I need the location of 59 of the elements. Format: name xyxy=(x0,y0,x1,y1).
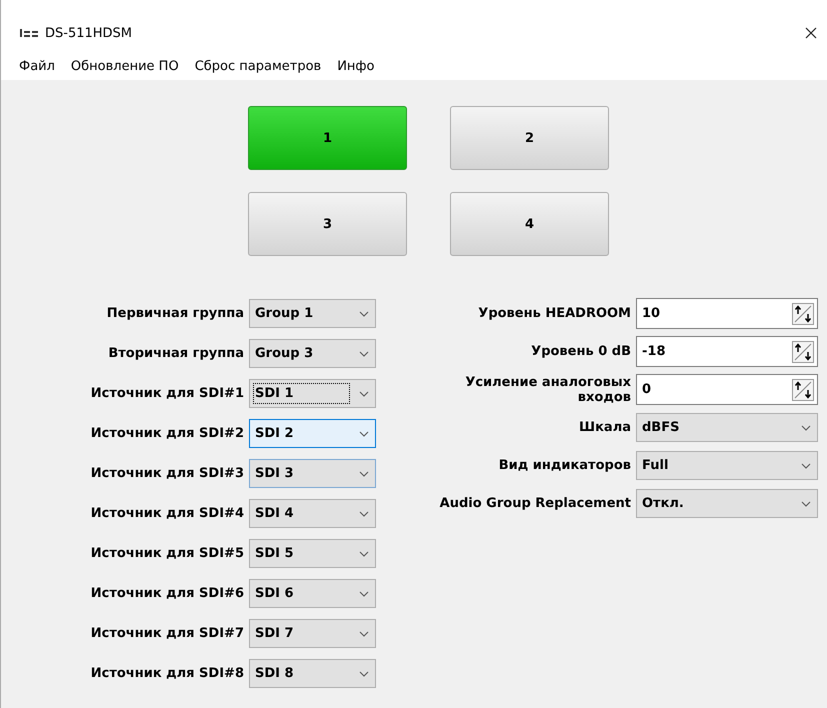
spin-field[interactable]: 10 xyxy=(636,298,818,329)
dropdown[interactable]: Full xyxy=(636,451,818,480)
dropdown[interactable]: Group 1 xyxy=(249,299,376,328)
field-label: Первичная группа xyxy=(106,306,244,321)
spin-field[interactable]: 0 xyxy=(636,374,818,405)
chevron-down-icon xyxy=(359,550,369,556)
spin-arrows-icon[interactable] xyxy=(792,378,814,400)
field-label: Источник для SDI#7 xyxy=(90,626,244,641)
channel-button[interactable]: 3 xyxy=(248,192,407,256)
dropdown[interactable]: SDI 7 xyxy=(249,619,376,648)
chevron-down-icon xyxy=(359,350,369,356)
dropdown[interactable]: SDI 5 xyxy=(249,539,376,568)
dropdown[interactable]: Group 3 xyxy=(249,339,376,368)
field-label: Вторичная группа xyxy=(108,346,244,361)
field-label: Источник для SDI#3 xyxy=(90,466,244,481)
field-label: Вид индикаторов xyxy=(498,458,631,473)
field-label: Источник для SDI#5 xyxy=(90,546,244,561)
field-label: Источник для SDI#8 xyxy=(90,666,244,681)
close-icon[interactable] xyxy=(805,27,817,39)
dropdown[interactable]: Откл. xyxy=(636,489,818,518)
chevron-down-icon xyxy=(359,310,369,316)
dropdown[interactable]: SDI 4 xyxy=(249,499,376,528)
field-label: Audio Group Replacement xyxy=(440,496,631,511)
chevron-down-icon xyxy=(359,390,369,396)
app-logo-icon xyxy=(19,28,39,38)
dropdown[interactable]: dBFS xyxy=(636,413,818,442)
channel-button[interactable]: 4 xyxy=(450,192,609,256)
dropdown[interactable]: SDI 1 xyxy=(249,379,376,408)
field-label: Источник для SDI#4 xyxy=(90,506,244,521)
menu-item[interactable]: Файл xyxy=(11,56,63,76)
field-label: Уровень HEADROOM xyxy=(478,306,631,321)
menu-item[interactable]: Сброс параметров xyxy=(186,56,330,76)
window-title: DS-511HDSM xyxy=(45,26,132,40)
chevron-down-icon xyxy=(359,510,369,516)
channel-button[interactable]: 2 xyxy=(450,106,609,170)
dropdown[interactable]: SDI 6 xyxy=(249,579,376,608)
field-label: Усиление аналоговых входов xyxy=(464,374,631,404)
chevron-down-icon xyxy=(359,590,369,596)
spin-field[interactable]: -18 xyxy=(636,336,818,367)
menu-item[interactable]: Обновление ПО xyxy=(62,56,187,76)
chevron-down-icon xyxy=(359,670,369,676)
chevron-down-icon xyxy=(359,630,369,636)
field-label: Источник для SDI#1 xyxy=(90,386,244,401)
chevron-down-icon xyxy=(801,424,811,430)
chevron-down-icon xyxy=(801,462,811,468)
dropdown[interactable]: SDI 8 xyxy=(249,659,376,688)
field-label: Шкала xyxy=(579,420,631,435)
spin-arrows-icon[interactable] xyxy=(792,340,814,362)
dropdown[interactable]: SDI 3 xyxy=(249,459,376,488)
field-label: Уровень 0 dB xyxy=(531,344,631,359)
chevron-down-icon xyxy=(801,500,811,506)
menu-item[interactable]: Инфо xyxy=(329,56,382,76)
chevron-down-icon xyxy=(359,470,369,476)
chevron-down-icon xyxy=(359,430,369,436)
dropdown[interactable]: SDI 2 xyxy=(249,419,376,448)
spin-arrows-icon[interactable] xyxy=(792,302,814,324)
channel-button[interactable]: 1 xyxy=(248,106,407,170)
field-label: Источник для SDI#2 xyxy=(90,426,244,441)
field-label: Источник для SDI#6 xyxy=(90,586,244,601)
